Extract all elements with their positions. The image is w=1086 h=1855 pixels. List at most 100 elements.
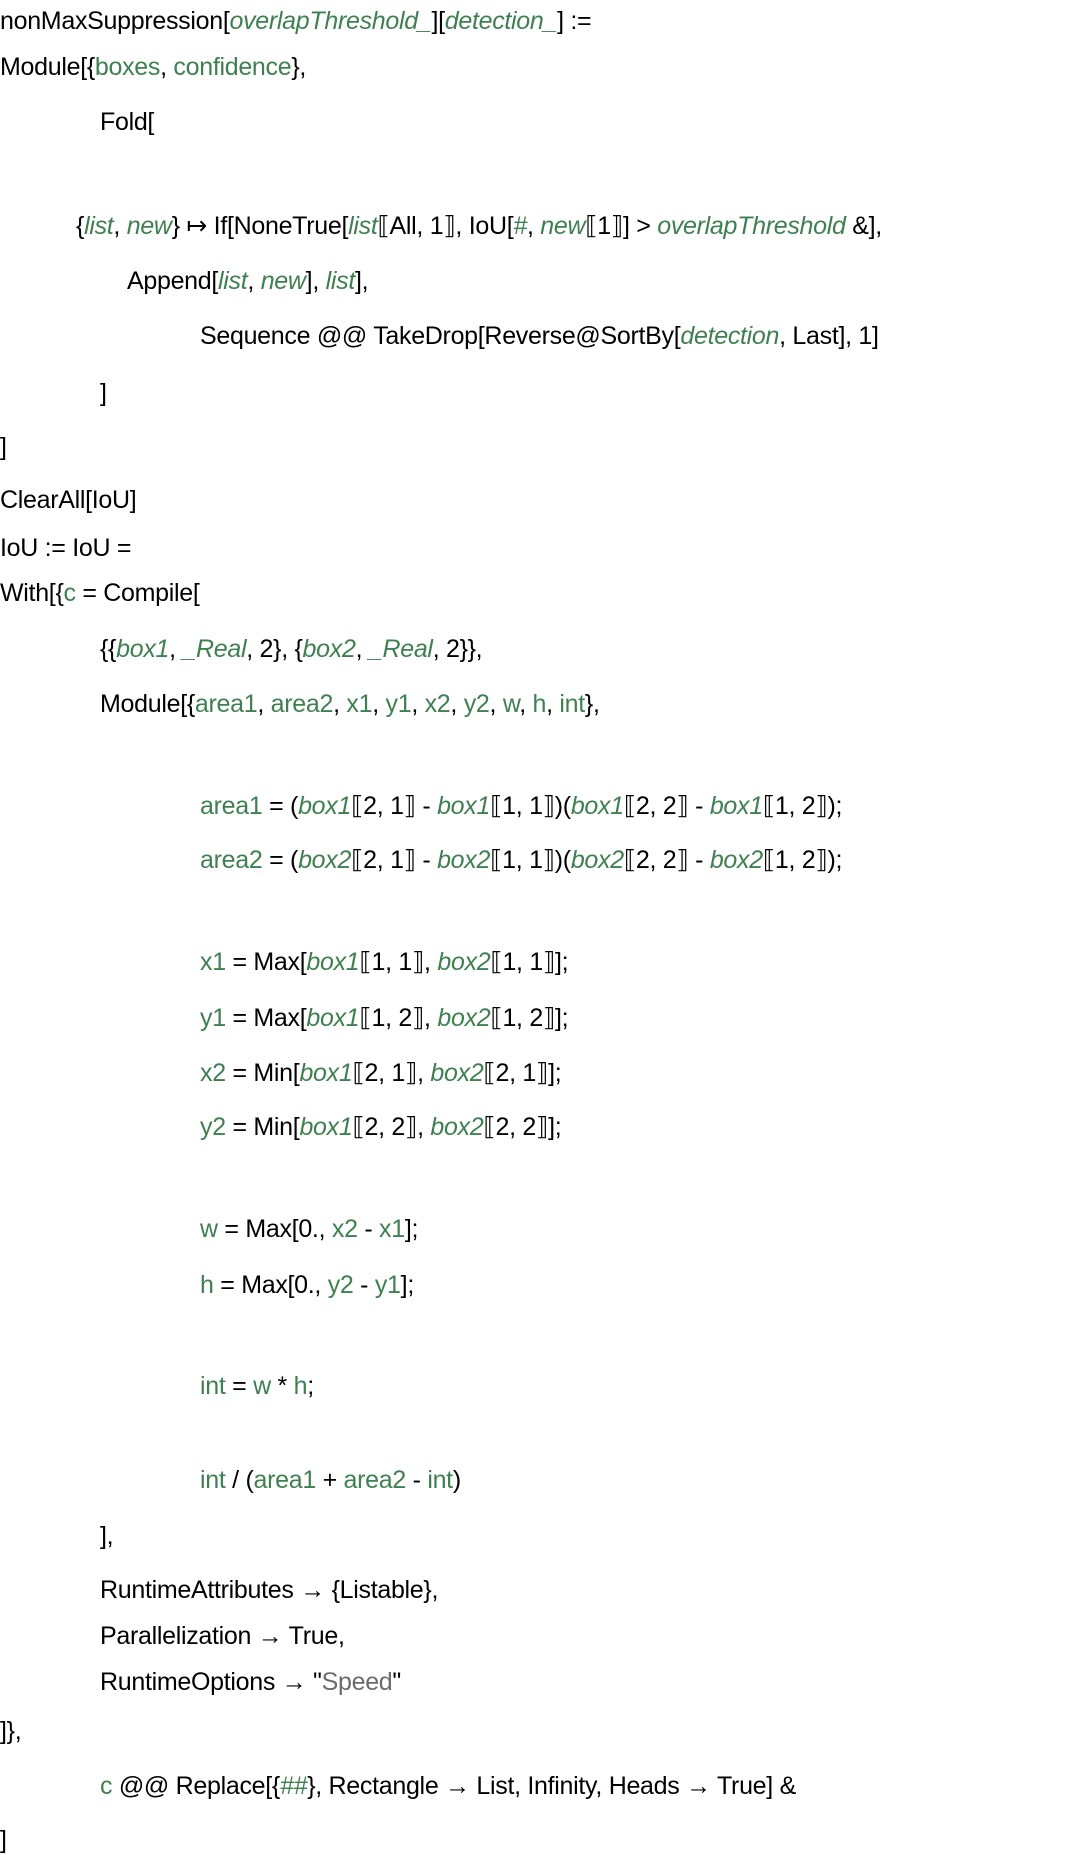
code-symbol: , — [450, 690, 464, 718]
code-symbol: - — [357, 1215, 380, 1243]
code-symbol: ], — [305, 267, 326, 295]
code-symbol: , — [411, 690, 425, 718]
code-line: Parallelization → True, — [100, 1621, 345, 1651]
code-line: c @@ Replace[{##}, Rectangle → List, Inf… — [100, 1771, 796, 1801]
code-variable: y2 — [463, 690, 490, 718]
code-symbol: Fold[ — [100, 108, 155, 136]
code-symbol: ⟦1, 2⟧); — [762, 792, 843, 820]
code-variable: detection_ — [444, 7, 558, 35]
code-variable: area2 — [200, 846, 263, 874]
code-variable: box1 — [709, 792, 763, 820]
code-variable: x1 — [200, 948, 226, 976]
code-symbol: , — [372, 690, 386, 718]
code-symbol: , 2}, { — [246, 635, 303, 663]
code-variable: box2 — [430, 1113, 484, 1141]
code-line: Append[list, new], list], — [127, 266, 369, 296]
code-variable: area1 — [200, 792, 263, 820]
code-symbol: ⟦2, 1⟧]; — [483, 1059, 562, 1087]
code-symbol: ⟦All, 1⟧, IoU[ — [377, 212, 514, 240]
code-variable: box2 — [302, 635, 356, 663]
code-symbol: = Max[ — [225, 1004, 307, 1032]
code-symbol: Parallelization → True, — [100, 1622, 345, 1650]
code-line: int = w * h; — [200, 1371, 314, 1401]
code-symbol: * — [270, 1372, 294, 1400]
code-symbol: , — [333, 690, 347, 718]
code-symbol: , — [489, 690, 503, 718]
code-symbol: ] — [100, 379, 107, 407]
code-variable: overlapThreshold — [657, 212, 846, 240]
code-variable: box2 — [570, 846, 624, 874]
code-symbol: ⟦2, 2⟧]; — [483, 1113, 562, 1141]
code-symbol: ]; — [404, 1215, 419, 1243]
code-variable: y2 — [200, 1113, 226, 1141]
code-symbol: = Min[ — [225, 1059, 300, 1087]
code-variable: box1 — [116, 635, 170, 663]
code-symbol: { — [76, 212, 85, 240]
code-variable: new — [260, 267, 306, 295]
code-symbol: Module[{ — [0, 53, 95, 81]
code-symbol: , — [355, 635, 369, 663]
code-line: Sequence @@ TakeDrop[Reverse@SortBy[dete… — [200, 321, 879, 351]
code-variable: boxes — [94, 53, 161, 81]
code-variable: confidence — [173, 53, 292, 81]
code-variable: int — [200, 1466, 226, 1494]
code-string: Speed — [321, 1668, 393, 1696]
code-variable: box2 — [437, 1004, 491, 1032]
code-variable: overlapThreshold_ — [229, 7, 432, 35]
code-variable: h — [293, 1372, 308, 1400]
code-symbol: ]; — [400, 1271, 415, 1299]
code-line: ], — [100, 1521, 114, 1551]
code-variable: int — [559, 690, 585, 718]
code-line: y1 = Max[box1⟦1, 2⟧, box2⟦1, 2⟧]; — [200, 1003, 569, 1033]
code-symbol: ⟦1, 1⟧, — [359, 948, 438, 976]
code-symbol: = ( — [262, 846, 299, 874]
code-line: {list, new} ↦ If[NoneTrue[list⟦All, 1⟧, … — [76, 211, 882, 241]
code-variable: box2 — [437, 948, 491, 976]
code-symbol: , — [257, 690, 271, 718]
code-variable: list — [84, 212, 114, 240]
code-line: h = Max[0., y2 - y1]; — [200, 1270, 414, 1300]
code-symbol: ][ — [431, 7, 445, 35]
code-line: int / (area1 + area2 - int) — [200, 1465, 461, 1495]
code-symbol: {{ — [100, 635, 117, 663]
code-variable: w — [502, 690, 520, 718]
code-variable: x1 — [346, 690, 373, 718]
code-symbol: ], — [354, 267, 369, 295]
code-symbol: = Max[0., — [217, 1215, 332, 1243]
code-symbol: Append[ — [127, 267, 219, 295]
code-symbol: ⟦2, 1⟧ - — [351, 792, 438, 820]
code-variable: box2 — [430, 1059, 484, 1087]
code-variable: list — [325, 267, 356, 295]
code-variable: box1 — [299, 1059, 353, 1087]
code-symbol: = Max[0., — [213, 1271, 328, 1299]
code-variable: box2 — [709, 846, 763, 874]
code-variable: box1 — [437, 792, 491, 820]
code-variable: list — [348, 212, 378, 240]
code-variable: y1 — [374, 1271, 401, 1299]
code-variable: c — [100, 1772, 113, 1800]
code-variable: x2 — [424, 690, 451, 718]
code-variable: box1 — [299, 1113, 353, 1141]
code-symbol: With[{ — [0, 579, 64, 607]
code-variable: box2 — [298, 846, 352, 874]
code-symbol: ⟦2, 2⟧, — [352, 1113, 431, 1141]
code-variable: box1 — [306, 948, 360, 976]
code-symbol: , — [526, 212, 541, 240]
code-symbol: ⟦1, 2⟧]; — [490, 1004, 569, 1032]
code-symbol: ⟦1, 2⟧); — [762, 846, 843, 874]
code-line: ] — [0, 432, 7, 462]
code-symbol: = Min[ — [225, 1113, 300, 1141]
code-symbol: , — [519, 690, 533, 718]
code-line: Fold[ — [100, 107, 154, 137]
code-variable: y1 — [385, 690, 412, 718]
code-variable: # — [513, 212, 527, 240]
code-symbol: " — [392, 1668, 401, 1696]
code-symbol: ⟦1⟧] > — [585, 212, 658, 240]
code-variable: y1 — [200, 1004, 226, 1032]
code-symbol: , — [546, 690, 560, 718]
code-variable: ## — [279, 1772, 308, 1800]
code-variable: c — [63, 579, 77, 607]
code-line: ]}, — [0, 1716, 22, 1746]
code-symbol: ⟦1, 1⟧)( — [490, 846, 571, 874]
code-symbol: = Max[ — [225, 948, 307, 976]
